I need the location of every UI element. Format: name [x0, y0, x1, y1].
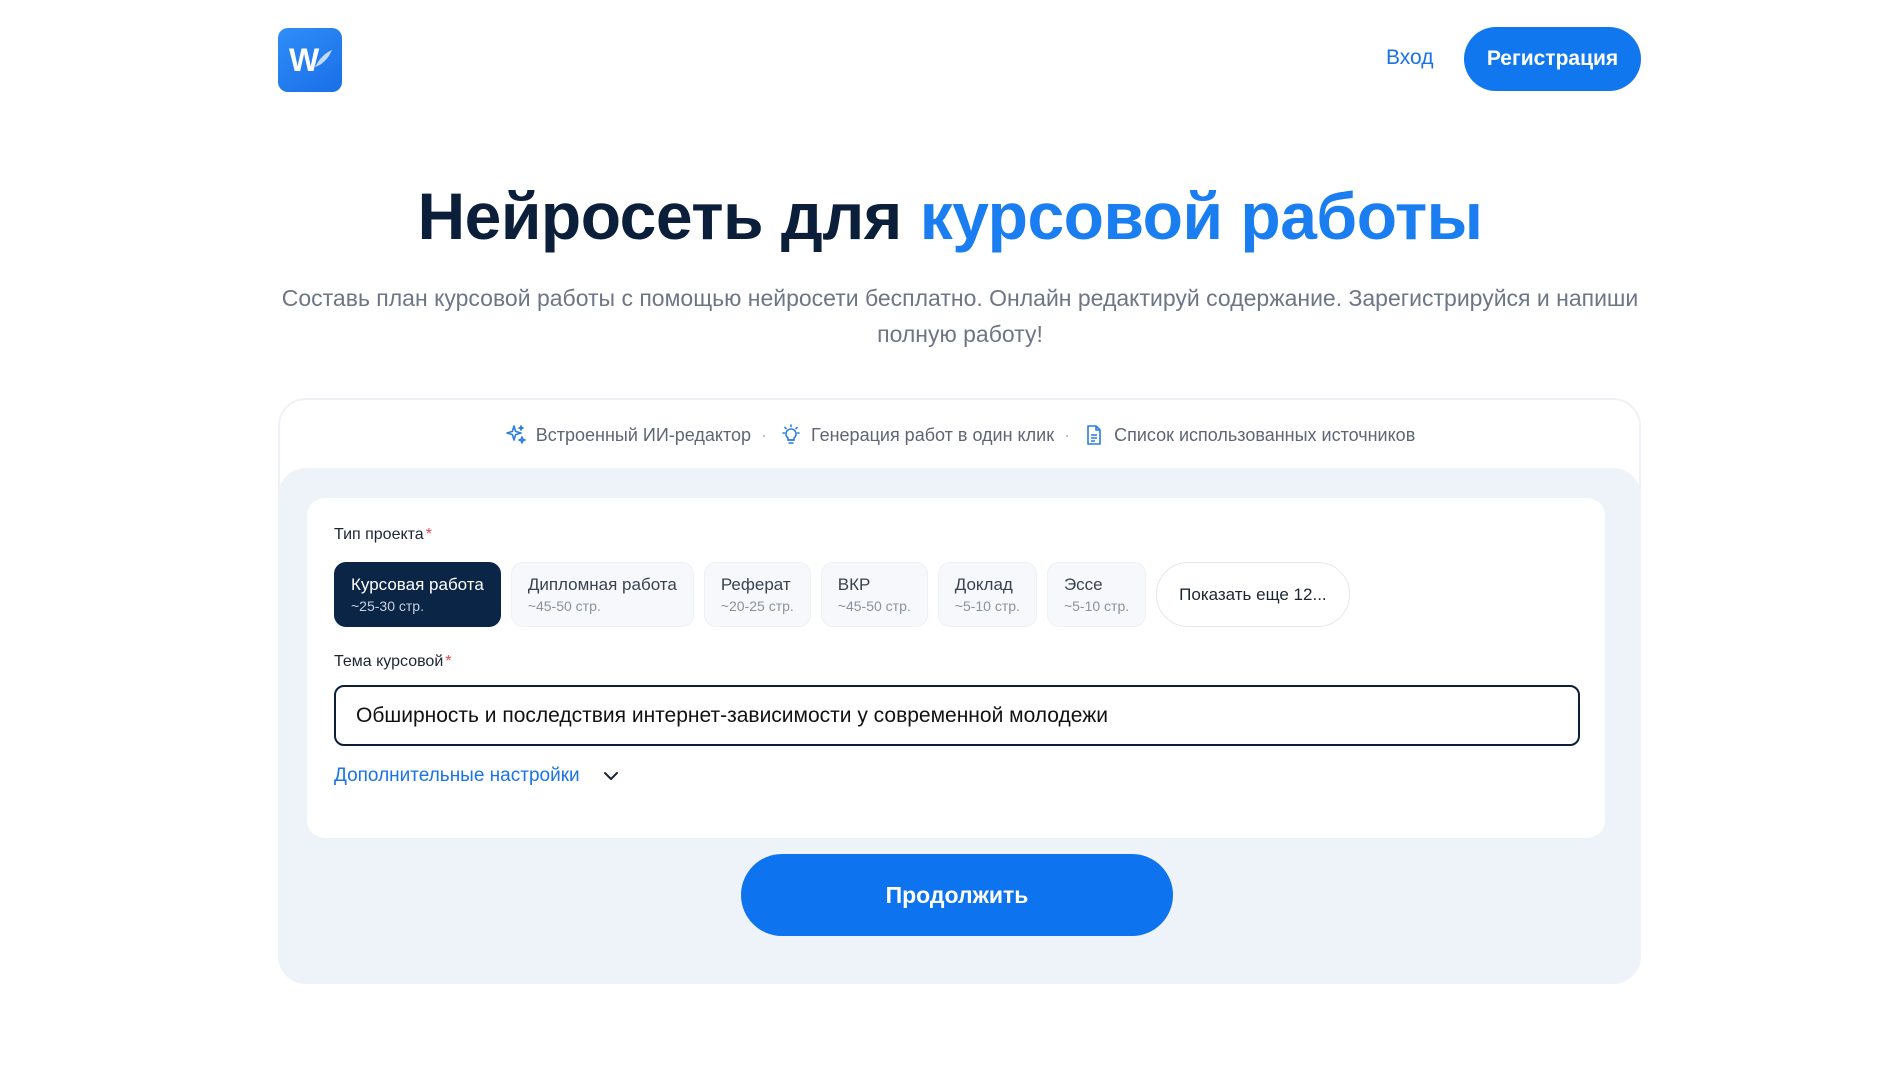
page: W Вход Регистрация Нейросеть для курсовой…	[0, 0, 1900, 1078]
feature-item-one-click: Генерация работ в один клик ·	[779, 423, 1070, 447]
project-type-chip-vkr[interactable]: ВКР ~45-50 стр.	[820, 562, 928, 627]
required-mark: *	[425, 526, 432, 543]
required-mark: *	[445, 653, 452, 670]
project-type-selector: Курсовая работа ~25-30 стр. Дипломная ра…	[334, 562, 1350, 627]
topic-input[interactable]	[334, 685, 1580, 746]
feature-item-ai-editor: Встроенный ИИ-редактор ·	[504, 423, 767, 447]
topic-label: Тема курсовой *	[334, 653, 452, 670]
register-button[interactable]: Регистрация	[1464, 27, 1641, 91]
feature-item-sources: Список использованных источников	[1082, 423, 1415, 447]
logo[interactable]: W	[278, 28, 342, 92]
continue-button[interactable]: Продолжить	[741, 854, 1173, 936]
page-title: Нейросеть для курсовой работы	[0, 178, 1900, 254]
project-type-chip-essay-report[interactable]: Реферат ~20-25 стр.	[703, 562, 811, 627]
form-panel: Тип проекта * Курсовая работа ~25-30 стр.…	[307, 498, 1605, 838]
logo-letter: W	[289, 43, 320, 77]
login-link[interactable]: Вход	[1386, 46, 1434, 70]
project-type-label: Тип проекта *	[334, 526, 432, 543]
project-type-chip-diploma[interactable]: Дипломная работа ~45-50 стр.	[510, 562, 694, 627]
project-type-chip-essay[interactable]: Эссе ~5-10 стр.	[1046, 562, 1147, 627]
project-type-chip-talk[interactable]: Доклад ~5-10 стр.	[937, 562, 1037, 627]
chevron-down-icon	[603, 772, 618, 780]
feature-list: Встроенный ИИ-редактор · Генерация работ …	[280, 400, 1639, 470]
lightbulb-icon	[782, 424, 800, 444]
project-type-chip-coursework[interactable]: Курсовая работа ~25-30 стр.	[334, 562, 501, 627]
feature-label: Список использованных источников	[1114, 424, 1416, 445]
page-subtitle: Составь план курсовой работы с помощью н…	[281, 285, 1639, 347]
page-title-main: Нейросеть для	[417, 179, 902, 253]
sparkles-icon	[505, 425, 526, 444]
document-icon	[1087, 425, 1101, 445]
logo-icon: W	[289, 43, 332, 77]
extra-settings-toggle[interactable]: Дополнительные настройки	[334, 765, 620, 787]
show-more-button[interactable]: Показать еще 12...	[1156, 562, 1350, 627]
feature-label: Генерация работ в один клик	[811, 424, 1055, 445]
form-background: Тип проекта * Курсовая работа ~25-30 стр.…	[278, 468, 1641, 984]
feature-label: Встроенный ИИ-редактор	[535, 424, 752, 445]
page-title-accent: курсовой работы	[919, 179, 1483, 253]
generator-card: Встроенный ИИ-редактор · Генерация работ …	[278, 398, 1641, 984]
